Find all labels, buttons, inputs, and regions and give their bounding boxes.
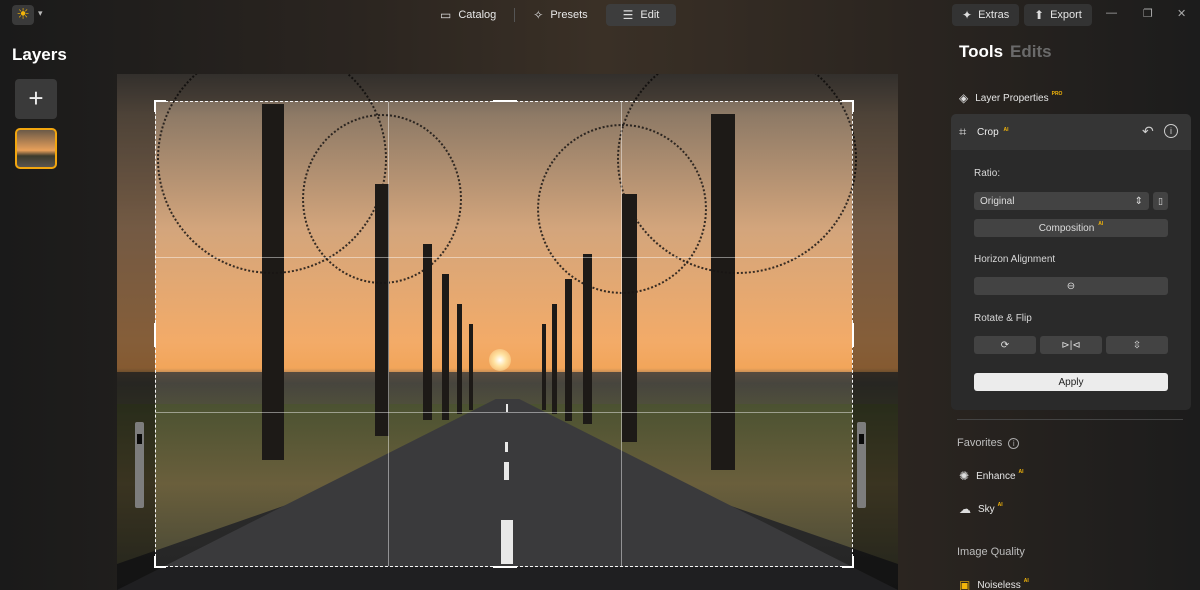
section-divider [957,419,1183,420]
rotate-button[interactable]: ⟳ [974,336,1036,354]
minimize-icon[interactable]: — [1106,7,1117,19]
image-quality-item-noiseless[interactable]: ▣ Noiseless AI [959,578,1029,590]
crop-edge-handle[interactable] [493,100,517,102]
horizon-alignment-label: Horizon Alignment [974,254,1056,265]
sparkle-icon: ✦ [962,8,973,22]
orientation-toggle-button[interactable]: ▯ [1153,192,1168,210]
close-icon[interactable]: ✕ [1177,7,1186,20]
ai-badge: AI [1023,578,1029,584]
info-icon[interactable]: i [1008,437,1020,449]
crop-corner-handle[interactable] [154,556,166,568]
image-quality-title: Image Quality [957,546,1025,558]
sparkle-burst-icon: ✺ [959,469,970,483]
tab-edit-label: Edit [640,9,660,21]
crop-corner-handle[interactable] [154,100,166,112]
sparkle-icon: ✧ [533,8,544,22]
app-logo-icon[interactable]: ☀ [12,5,34,25]
crop-header[interactable]: ⌗ Crop AI ↶ i [951,114,1191,150]
extras-label: Extras [978,9,1010,21]
ai-badge: AI [997,502,1003,508]
crop-icon: ⌗ [959,124,967,139]
crop-grid-line [156,257,852,258]
main-navigation: ▭ Catalog ✧ Presets ☰ Edit [428,4,677,26]
crop-shade-bottom [155,567,852,590]
pro-badge: PRO [1051,91,1063,97]
tab-presets[interactable]: ✧ Presets [521,4,599,26]
layers-title: Layers [12,45,67,64]
crop-title: Crop AI [977,127,1008,138]
crop-corner-handle[interactable] [842,556,854,568]
select-arrows-icon: ⇕ [1134,195,1143,207]
favorites-title: Favorites [957,437,1003,449]
add-layer-button[interactable]: + [15,79,57,119]
tab-catalog[interactable]: ▭ Catalog [428,4,508,26]
crop-edge-handle[interactable] [493,566,517,568]
flip-horizontal-icon: ⊳|⊲ [1061,339,1081,351]
enhance-label: Enhance [976,470,1016,482]
rotate-icon: ⟳ [1000,339,1010,351]
layers-icon: ◈ [959,91,969,105]
crop-panel: ⌗ Crop AI ↶ i Ratio: Original ⇕ ▯ Compos… [951,114,1191,410]
crop-grid-line [388,102,389,566]
crop-frame[interactable] [154,100,854,568]
crop-shade-right [852,74,898,590]
sliders-icon: ☰ [622,8,634,22]
crop-grid-line [156,412,852,413]
favorite-item-enhance[interactable]: ✺ Enhance AI [959,469,1024,483]
undo-icon[interactable]: ↶ [1142,123,1154,140]
favorite-item-sky[interactable]: ☁ Sky AI [959,502,1003,516]
sky-label: Sky [978,503,995,515]
ratio-value: Original [980,195,1015,207]
ai-badge: AI [1018,469,1024,475]
top-bar: ☀ ▾ ▭ Catalog ✧ Presets ☰ Edit ✦ Extras … [0,0,1200,30]
favorites-section-title: Favorites i [957,437,1020,449]
layer-thumbnail[interactable] [15,128,57,169]
horizon-alignment-button[interactable]: ⊖ [974,277,1168,295]
upload-icon: ⬆ [1034,8,1045,22]
info-icon[interactable]: i [1164,124,1178,138]
crop-grid-line [621,102,622,566]
rotate-flip-label: Rotate & Flip [974,313,1032,324]
flip-horizontal-button[interactable]: ⊳|⊲ [1040,336,1102,354]
layer-properties-label: Layer Properties [975,92,1049,104]
ai-badge: AI [1098,221,1104,227]
tab-edit[interactable]: ☰ Edit [605,4,677,26]
orientation-icon: ▯ [1158,195,1163,206]
ratio-select[interactable]: Original ⇕ [974,192,1149,210]
tab-tools[interactable]: Tools [959,42,1003,62]
ai-badge: AI [1003,127,1009,133]
composition-label: Composition [1038,222,1095,234]
export-button[interactable]: ⬆ Export [1024,4,1092,26]
crop-title-text: Crop [977,127,999,138]
tab-edits[interactable]: Edits [1010,42,1052,62]
apply-button[interactable]: Apply [974,373,1168,391]
ratio-label: Ratio: [974,168,1001,179]
noiseless-label: Noiseless [977,579,1021,590]
extras-button[interactable]: ✦ Extras [952,4,1020,26]
cloud-icon: ☁ [959,502,971,516]
tab-presets-label: Presets [550,9,588,21]
export-label: Export [1050,9,1082,21]
chevron-down-icon[interactable]: ▾ [38,8,43,19]
image-quality-section-title: Image Quality [957,546,1025,558]
crop-shade-left [117,74,155,590]
crop-shade-top [155,74,852,101]
horizon-level-icon: ⊖ [1066,280,1076,292]
crop-edge-handle[interactable] [852,323,854,347]
flip-vertical-icon: ⇳ [1132,339,1142,351]
tab-catalog-label: Catalog [458,9,497,21]
layer-properties-item[interactable]: ◈ Layer Properties PRO [959,91,1062,105]
folder-icon: ▭ [440,8,452,22]
composition-button[interactable]: Composition AI [974,219,1168,237]
restore-icon[interactable]: ❐ [1143,7,1153,20]
noiseless-icon: ▣ [959,578,971,590]
crop-corner-handle[interactable] [842,100,854,112]
crop-edge-handle[interactable] [154,323,156,347]
flip-vertical-button[interactable]: ⇳ [1106,336,1168,354]
nav-divider [514,8,516,22]
